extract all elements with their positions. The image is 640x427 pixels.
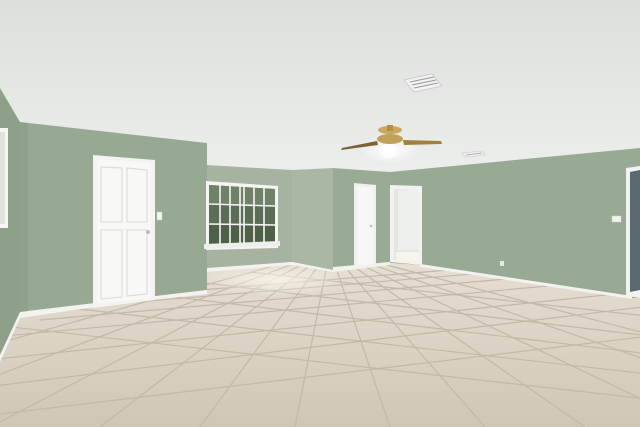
door-knob: [146, 230, 150, 234]
left-door: [93, 155, 155, 308]
light-switch-icon: [156, 211, 163, 221]
right-doorway: [626, 166, 640, 298]
window: [204, 181, 280, 250]
open-doorway: [390, 185, 422, 265]
corner-wall: [292, 168, 333, 270]
empty-room-photo: [0, 0, 640, 427]
power-outlet-icon: [611, 215, 622, 223]
room-illustration: [0, 0, 640, 427]
hallway-door: [354, 183, 376, 268]
